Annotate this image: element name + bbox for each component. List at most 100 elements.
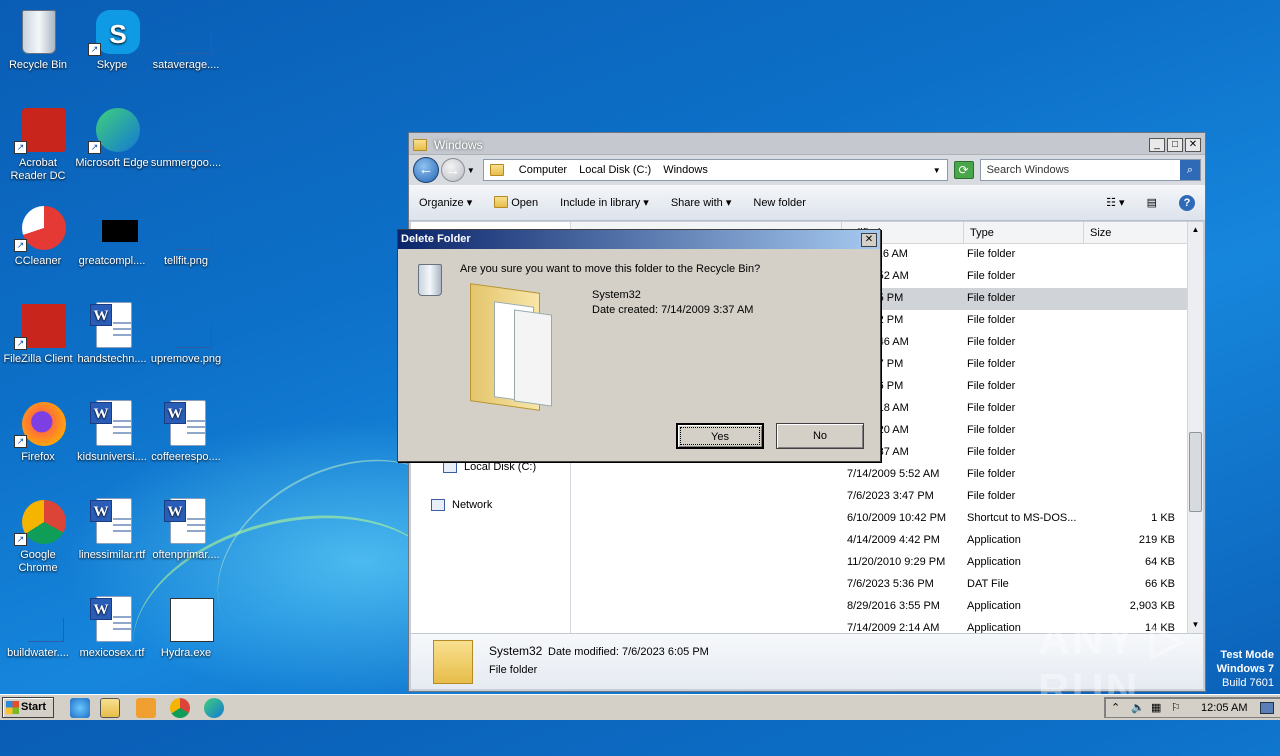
breadcrumb-local-disk[interactable]: Local Disk (C:) bbox=[579, 164, 651, 176]
file-date: 6/10/2009 10:42 PM bbox=[847, 512, 947, 524]
minimize-button[interactable]: _ bbox=[1149, 138, 1165, 152]
desktop-item[interactable]: Wcoffeerespo.... bbox=[148, 400, 224, 464]
back-button[interactable]: ← bbox=[413, 157, 439, 183]
desktop-item[interactable]: ↗ Google Chrome bbox=[0, 498, 76, 575]
desktop-item-label: Recycle Bin bbox=[8, 59, 68, 71]
internet-explorer-icon[interactable] bbox=[70, 698, 90, 718]
desktop-item[interactable]: buildwater.... bbox=[0, 596, 76, 660]
refresh-button[interactable]: ⟳ bbox=[953, 161, 974, 179]
desktop-item-label: coffeerespo.... bbox=[151, 451, 221, 463]
folder-icon bbox=[494, 196, 509, 208]
search-input[interactable]: Search Windows ⌕ bbox=[979, 159, 1201, 181]
desktop-item[interactable]: Wlinessimilar.rtf bbox=[74, 498, 150, 562]
nav-local-disk[interactable]: Local Disk (C:) bbox=[443, 461, 536, 473]
scroll-up-arrow-icon[interactable]: ▲ bbox=[1188, 222, 1203, 238]
window-titlebar[interactable]: Windows _ □ ✕ bbox=[409, 133, 1205, 155]
include-in-library-button[interactable]: Include in library ▾ bbox=[560, 196, 649, 209]
clock[interactable]: 12:05 AM bbox=[1201, 702, 1247, 714]
dialog-close-button[interactable]: ✕ bbox=[861, 233, 877, 247]
help-icon[interactable]: ? bbox=[1179, 194, 1195, 211]
desktop-item[interactable]: ↗ CCleaner bbox=[0, 204, 76, 268]
details-type: File folder bbox=[489, 664, 538, 676]
desktop-item[interactable]: Whandstechn.... bbox=[74, 302, 150, 366]
desktop-item-label: linessimilar.rtf bbox=[78, 549, 146, 561]
file-type: File folder bbox=[967, 490, 1016, 502]
shortcut-arrow-icon: ↗ bbox=[14, 239, 27, 252]
edge-icon[interactable] bbox=[204, 698, 224, 718]
file-row[interactable]: winsxs7/6/2023 3:47 PMFile folder bbox=[571, 486, 1187, 508]
close-button[interactable]: ✕ bbox=[1185, 138, 1201, 152]
file-type: DAT File bbox=[967, 578, 1009, 590]
desktop-item[interactable]: ↗ Firefox bbox=[0, 400, 76, 464]
acrobat-icon: ↗ bbox=[14, 106, 66, 154]
recent-pages-chevron-icon[interactable]: ▼ bbox=[467, 166, 475, 175]
desktop-item[interactable]: Woftenprimar.... bbox=[148, 498, 224, 562]
open-button[interactable]: Open bbox=[494, 196, 538, 209]
column-size[interactable]: Size bbox=[1083, 222, 1163, 244]
file-date: 7/6/2023 5:36 PM bbox=[847, 578, 934, 590]
vertical-scrollbar[interactable]: ▲ ▼ bbox=[1187, 222, 1203, 633]
chrome-icon[interactable] bbox=[170, 698, 190, 718]
file-type: File folder bbox=[967, 358, 1016, 370]
desktop-item[interactable]: Wmexicosex.rtf bbox=[74, 596, 150, 660]
desktop-item[interactable]: Hydra.exe bbox=[148, 596, 224, 660]
action-center-flag-icon[interactable]: ⚐ bbox=[1171, 701, 1181, 714]
file-icon bbox=[88, 204, 138, 252]
desktop-item[interactable]: ↗ Acrobat Reader DC bbox=[0, 106, 76, 183]
start-button[interactable]: Start bbox=[2, 697, 54, 718]
desktop-item-label: Google Chrome bbox=[18, 549, 58, 574]
file-type: File folder bbox=[967, 270, 1016, 282]
desktop-item[interactable]: summergoo.... bbox=[148, 106, 224, 170]
address-dropdown-icon[interactable]: ▼ bbox=[933, 166, 941, 175]
file-type: File folder bbox=[967, 424, 1016, 436]
word-doc-icon: W bbox=[88, 302, 136, 350]
file-row[interactable]: bfsvc.exe11/20/2010 9:29 PMApplication64… bbox=[571, 552, 1187, 574]
file-row[interactable]: _default6/10/2009 10:42 PMShortcut to MS… bbox=[571, 508, 1187, 530]
network-tray-icon[interactable]: ▦ bbox=[1151, 701, 1161, 714]
file-date: 7/14/2009 5:52 AM bbox=[847, 468, 940, 480]
no-button[interactable]: No bbox=[776, 423, 864, 449]
desktop-item[interactable]: ↗ FileZilla Client bbox=[0, 302, 76, 366]
show-desktop-icon[interactable] bbox=[1260, 702, 1274, 714]
volume-icon[interactable]: 🔈 bbox=[1131, 701, 1145, 714]
explorer-taskbar-icon[interactable] bbox=[100, 698, 120, 718]
shortcut-arrow-icon: ↗ bbox=[14, 435, 27, 448]
desktop-item[interactable]: tellfit.png bbox=[148, 204, 224, 268]
view-options-icon[interactable]: ☷ ▾ bbox=[1106, 196, 1124, 209]
start-label: Start bbox=[21, 701, 47, 713]
forward-button[interactable]: → bbox=[440, 158, 465, 182]
scroll-thumb[interactable] bbox=[1189, 432, 1202, 512]
desktop-item[interactable]: ↗ Microsoft Edge bbox=[74, 106, 150, 170]
desktop-item[interactable]: upremove.png bbox=[148, 302, 224, 366]
preview-pane-icon[interactable]: ▤ bbox=[1147, 196, 1157, 209]
recycle-bin-icon bbox=[418, 264, 442, 296]
breadcrumb[interactable]: Computer Local Disk (C:) Windows ▼ bbox=[482, 159, 948, 181]
maximize-button[interactable]: □ bbox=[1167, 138, 1183, 152]
breadcrumb-computer[interactable]: Computer bbox=[519, 164, 567, 176]
file-type: File folder bbox=[967, 446, 1016, 458]
desktop-item[interactable]: greatcompl.... bbox=[74, 204, 150, 268]
firefox-icon: ↗ bbox=[14, 400, 66, 448]
windows-logo-icon bbox=[6, 701, 19, 714]
organize-button[interactable]: Organize ▾ bbox=[419, 196, 472, 209]
dialog-title: Delete Folder bbox=[398, 230, 880, 249]
nav-network[interactable]: Network bbox=[431, 499, 492, 511]
share-with-button[interactable]: Share with ▾ bbox=[671, 196, 732, 209]
desktop-item[interactable]: Recycle Bin bbox=[0, 8, 76, 72]
file-icon bbox=[162, 106, 212, 154]
desktop-item[interactable]: S ↗ Skype bbox=[74, 8, 150, 72]
file-row[interactable]: Web7/14/2009 5:52 AMFile folder bbox=[571, 464, 1187, 486]
folder-icon bbox=[470, 283, 552, 411]
search-icon[interactable]: ⌕ bbox=[1180, 160, 1200, 180]
yes-button[interactable]: Yes bbox=[676, 423, 764, 449]
breadcrumb-windows[interactable]: Windows bbox=[663, 164, 708, 176]
new-folder-button[interactable]: New folder bbox=[753, 197, 806, 209]
desktop-item[interactable]: Wkidsuniversi.... bbox=[74, 400, 150, 464]
column-type[interactable]: Type bbox=[963, 222, 1083, 244]
desktop-item[interactable]: sataverage.... bbox=[148, 8, 224, 72]
media-player-icon[interactable] bbox=[136, 698, 156, 718]
file-row[interactable]: Alcrmv.exe4/14/2009 4:42 PMApplication21… bbox=[571, 530, 1187, 552]
image-file-icon bbox=[162, 302, 212, 350]
file-row[interactable]: bootstat.dat7/6/2023 5:36 PMDAT File66 K… bbox=[571, 574, 1187, 596]
show-hidden-icons-icon[interactable]: ⌃ bbox=[1111, 701, 1120, 714]
